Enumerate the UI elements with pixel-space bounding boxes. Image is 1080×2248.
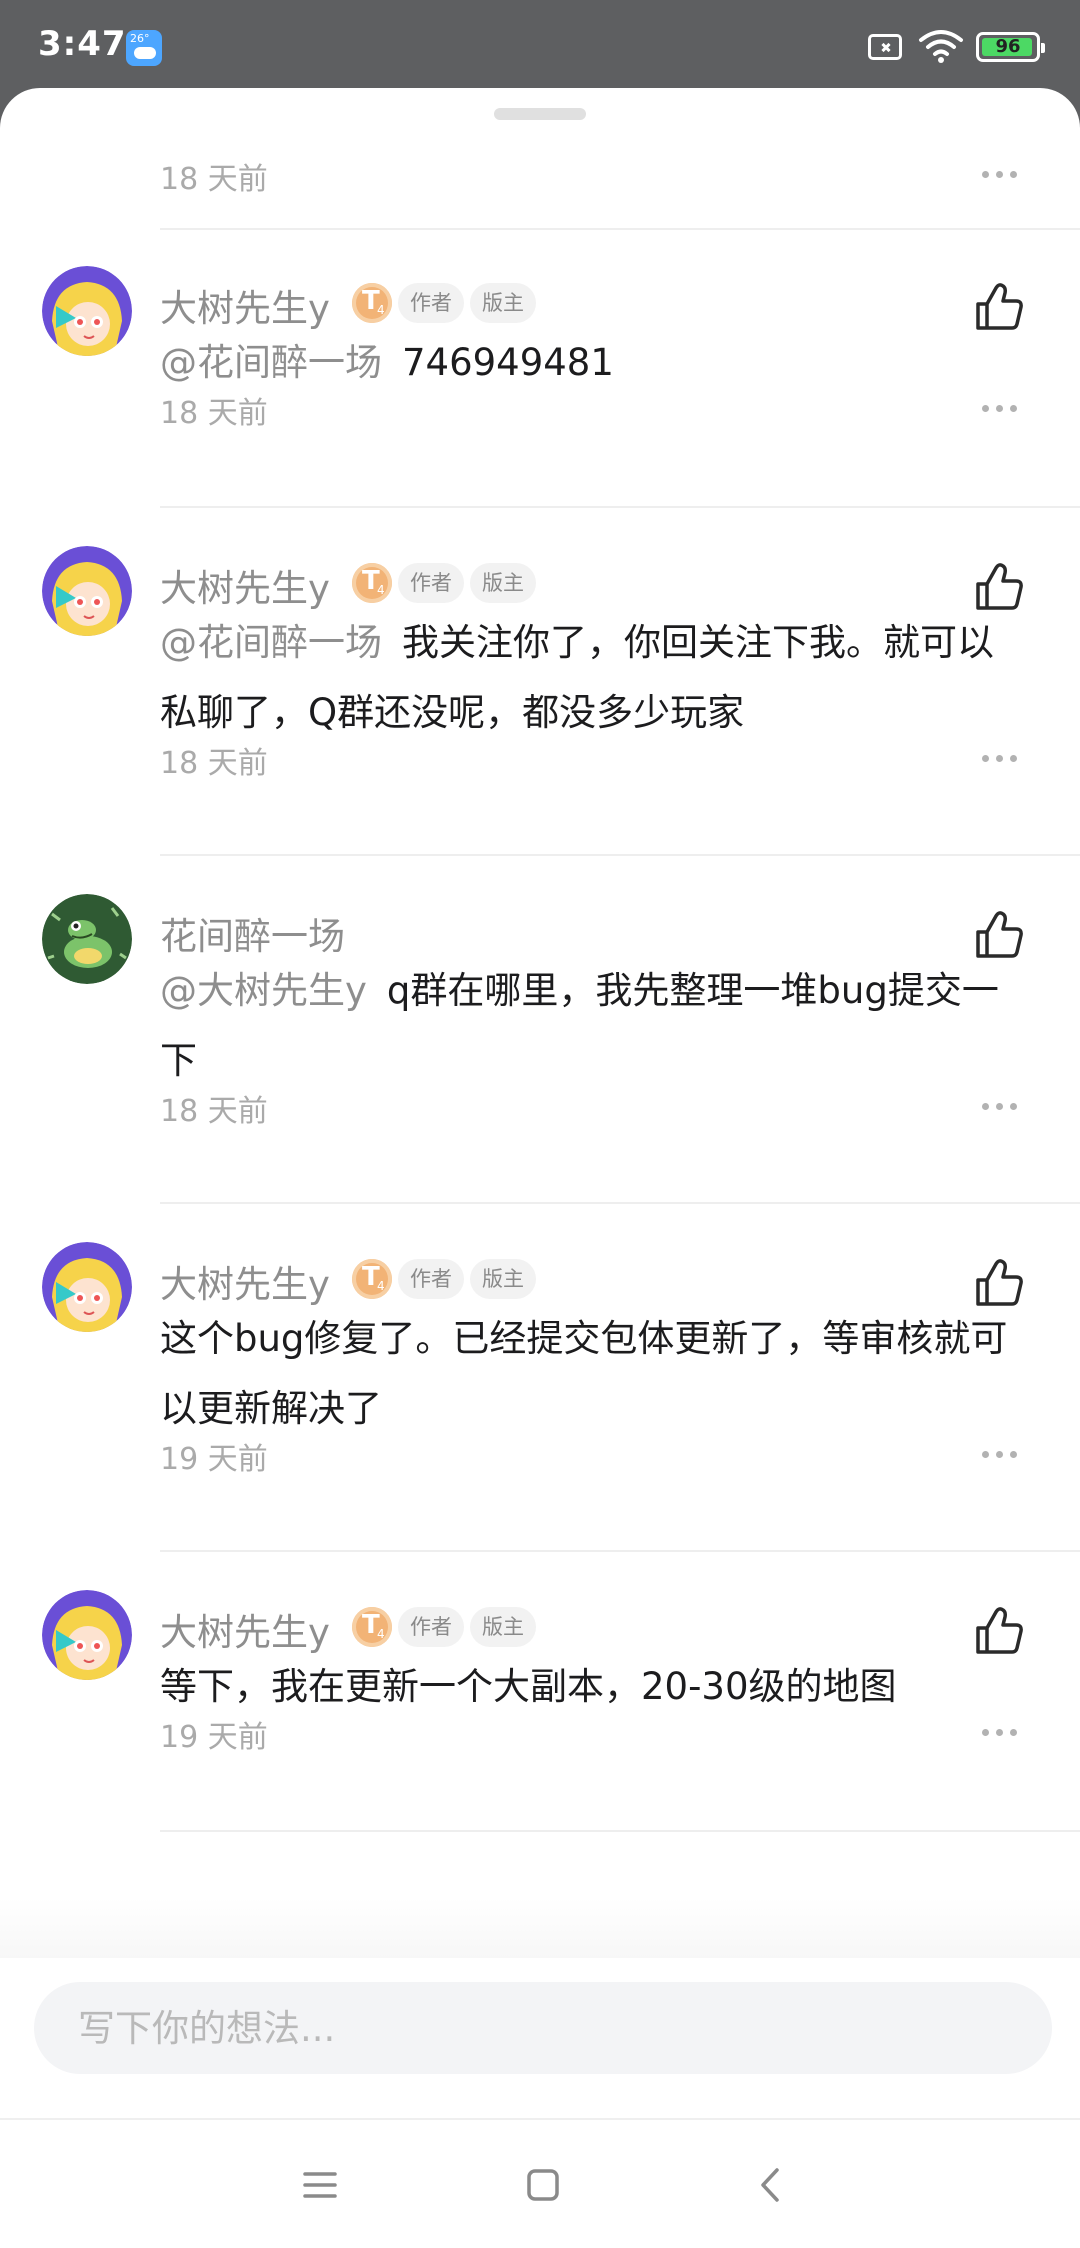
more-icon[interactable] bbox=[982, 1103, 1018, 1111]
weather-icon: 26° bbox=[126, 30, 162, 66]
comment-input[interactable] bbox=[34, 1982, 1052, 2074]
frog-avatar-icon bbox=[42, 894, 132, 984]
divider bbox=[160, 1830, 1080, 1832]
author-tag: 作者 bbox=[398, 1607, 464, 1647]
battery-icon: 96 bbox=[976, 32, 1045, 62]
menu-icon[interactable] bbox=[285, 2150, 355, 2220]
level-badge: T4 bbox=[352, 1607, 392, 1647]
battery-level: 96 bbox=[995, 36, 1021, 57]
wifi-icon bbox=[919, 30, 963, 63]
mention-link[interactable]: @大树先生y bbox=[160, 969, 367, 1012]
status-time: 3:47 bbox=[38, 24, 127, 64]
comment-content: 这个bug修复了。已经提交包体更新了，等审核就可 bbox=[160, 1317, 1008, 1360]
thumbs-up-icon[interactable] bbox=[972, 908, 1026, 962]
author-name[interactable]: 大树先生y bbox=[160, 558, 330, 612]
comments-sheet: 18 天前 大树先生y T4 作者 版主 @花间醉一场 746949481 18… bbox=[0, 88, 1080, 2248]
comment-text: @花间醉一场 746949481 bbox=[160, 328, 1030, 398]
scroll-fade bbox=[0, 1898, 1080, 1958]
comment-content: q群在哪里，我先整理一堆bug提交一 bbox=[386, 969, 999, 1012]
sheet-grabber[interactable] bbox=[494, 108, 586, 120]
avatar[interactable] bbox=[42, 266, 132, 356]
more-icon[interactable] bbox=[982, 1451, 1018, 1459]
system-nav-bar bbox=[0, 2120, 1080, 2248]
comment-time: 18 天前 bbox=[160, 162, 268, 197]
comment-item: 大树先生y T4 作者 版主 等下，我在更新一个大副本，20-30级的地图 19… bbox=[0, 1552, 1080, 1832]
comment-content: 等下，我在更新一个大副本，20-30级的地图 bbox=[160, 1665, 897, 1708]
mention-link[interactable]: @花间醉一场 bbox=[160, 621, 382, 664]
moderator-tag: 版主 bbox=[470, 283, 536, 323]
author-name[interactable]: 大树先生y bbox=[160, 1254, 330, 1308]
comment-time: 19 天前 bbox=[160, 1442, 268, 1477]
level-badge: T4 bbox=[352, 563, 392, 603]
comment-content: 以更新解决了 bbox=[160, 1387, 382, 1430]
avatar[interactable] bbox=[42, 1590, 132, 1680]
moderator-tag: 版主 bbox=[470, 563, 536, 603]
avatar[interactable] bbox=[42, 1242, 132, 1332]
anime-girl-avatar-icon bbox=[42, 546, 132, 636]
back-icon[interactable] bbox=[735, 2150, 805, 2220]
author-name[interactable]: 大树先生y bbox=[160, 278, 330, 332]
thumbs-up-icon[interactable] bbox=[972, 560, 1026, 614]
more-icon[interactable] bbox=[982, 171, 1018, 179]
comment-item: 大树先生y T4 作者 版主 这个bug修复了。已经提交包体更新了，等审核就可 … bbox=[0, 1204, 1080, 1552]
mention-link[interactable]: @花间醉一场 bbox=[160, 341, 382, 384]
author-tag: 作者 bbox=[398, 563, 464, 603]
author-name[interactable]: 花间醉一场 bbox=[160, 906, 345, 960]
comment-content: 私聊了，Q群还没呢，都没多少玩家 bbox=[160, 691, 745, 734]
thumbs-up-icon[interactable] bbox=[972, 280, 1026, 334]
more-icon[interactable] bbox=[982, 755, 1018, 763]
comment-time: 18 天前 bbox=[160, 746, 268, 781]
thumbs-up-icon[interactable] bbox=[972, 1604, 1026, 1658]
comment-item: 花间醉一场 @大树先生y q群在哪里，我先整理一堆bug提交一 下 18 天前 bbox=[0, 856, 1080, 1204]
comment-item: 大树先生y T4 作者 版主 @花间醉一场 746949481 18 天前 bbox=[0, 228, 1080, 508]
author-tag: 作者 bbox=[398, 283, 464, 323]
comment-text: 等下，我在更新一个大副本，20-30级的地图 bbox=[160, 1652, 1030, 1722]
comment-content: 746949481 bbox=[402, 341, 614, 384]
moderator-tag: 版主 bbox=[470, 1259, 536, 1299]
avatar[interactable] bbox=[42, 894, 132, 984]
more-icon[interactable] bbox=[982, 405, 1018, 413]
thumbs-up-icon[interactable] bbox=[972, 1256, 1026, 1310]
comment-time: 19 天前 bbox=[160, 1720, 268, 1755]
moderator-tag: 版主 bbox=[470, 1607, 536, 1647]
anime-girl-avatar-icon bbox=[42, 1242, 132, 1332]
comment-text: @花间醉一场 我关注你了，你回关注下我。就可以 私聊了，Q群还没呢，都没多少玩家 bbox=[160, 608, 1030, 748]
comment-content: 下 bbox=[160, 1039, 197, 1082]
level-badge: T4 bbox=[352, 283, 392, 323]
anime-girl-avatar-icon bbox=[42, 1590, 132, 1680]
home-icon[interactable] bbox=[508, 2150, 578, 2220]
sim-off-icon bbox=[868, 34, 902, 60]
anime-girl-avatar-icon bbox=[42, 266, 132, 356]
comment-content: 我关注你了，你回关注下我。就可以 bbox=[402, 621, 994, 664]
author-name[interactable]: 大树先生y bbox=[160, 1602, 330, 1656]
level-badge: T4 bbox=[352, 1259, 392, 1299]
status-bar: 3:47 26° 96 bbox=[0, 0, 1080, 92]
comment-time: 18 天前 bbox=[160, 1094, 268, 1129]
comment-time: 18 天前 bbox=[160, 396, 268, 431]
author-tag: 作者 bbox=[398, 1259, 464, 1299]
comment-text: @大树先生y q群在哪里，我先整理一堆bug提交一 下 bbox=[160, 956, 1030, 1096]
avatar[interactable] bbox=[42, 546, 132, 636]
more-icon[interactable] bbox=[982, 1729, 1018, 1737]
comment-item: 大树先生y T4 作者 版主 @花间醉一场 我关注你了，你回关注下我。就可以 私聊… bbox=[0, 508, 1080, 856]
weather-temp: 26° bbox=[130, 32, 150, 45]
comment-text: 这个bug修复了。已经提交包体更新了，等审核就可 以更新解决了 bbox=[160, 1304, 1030, 1444]
